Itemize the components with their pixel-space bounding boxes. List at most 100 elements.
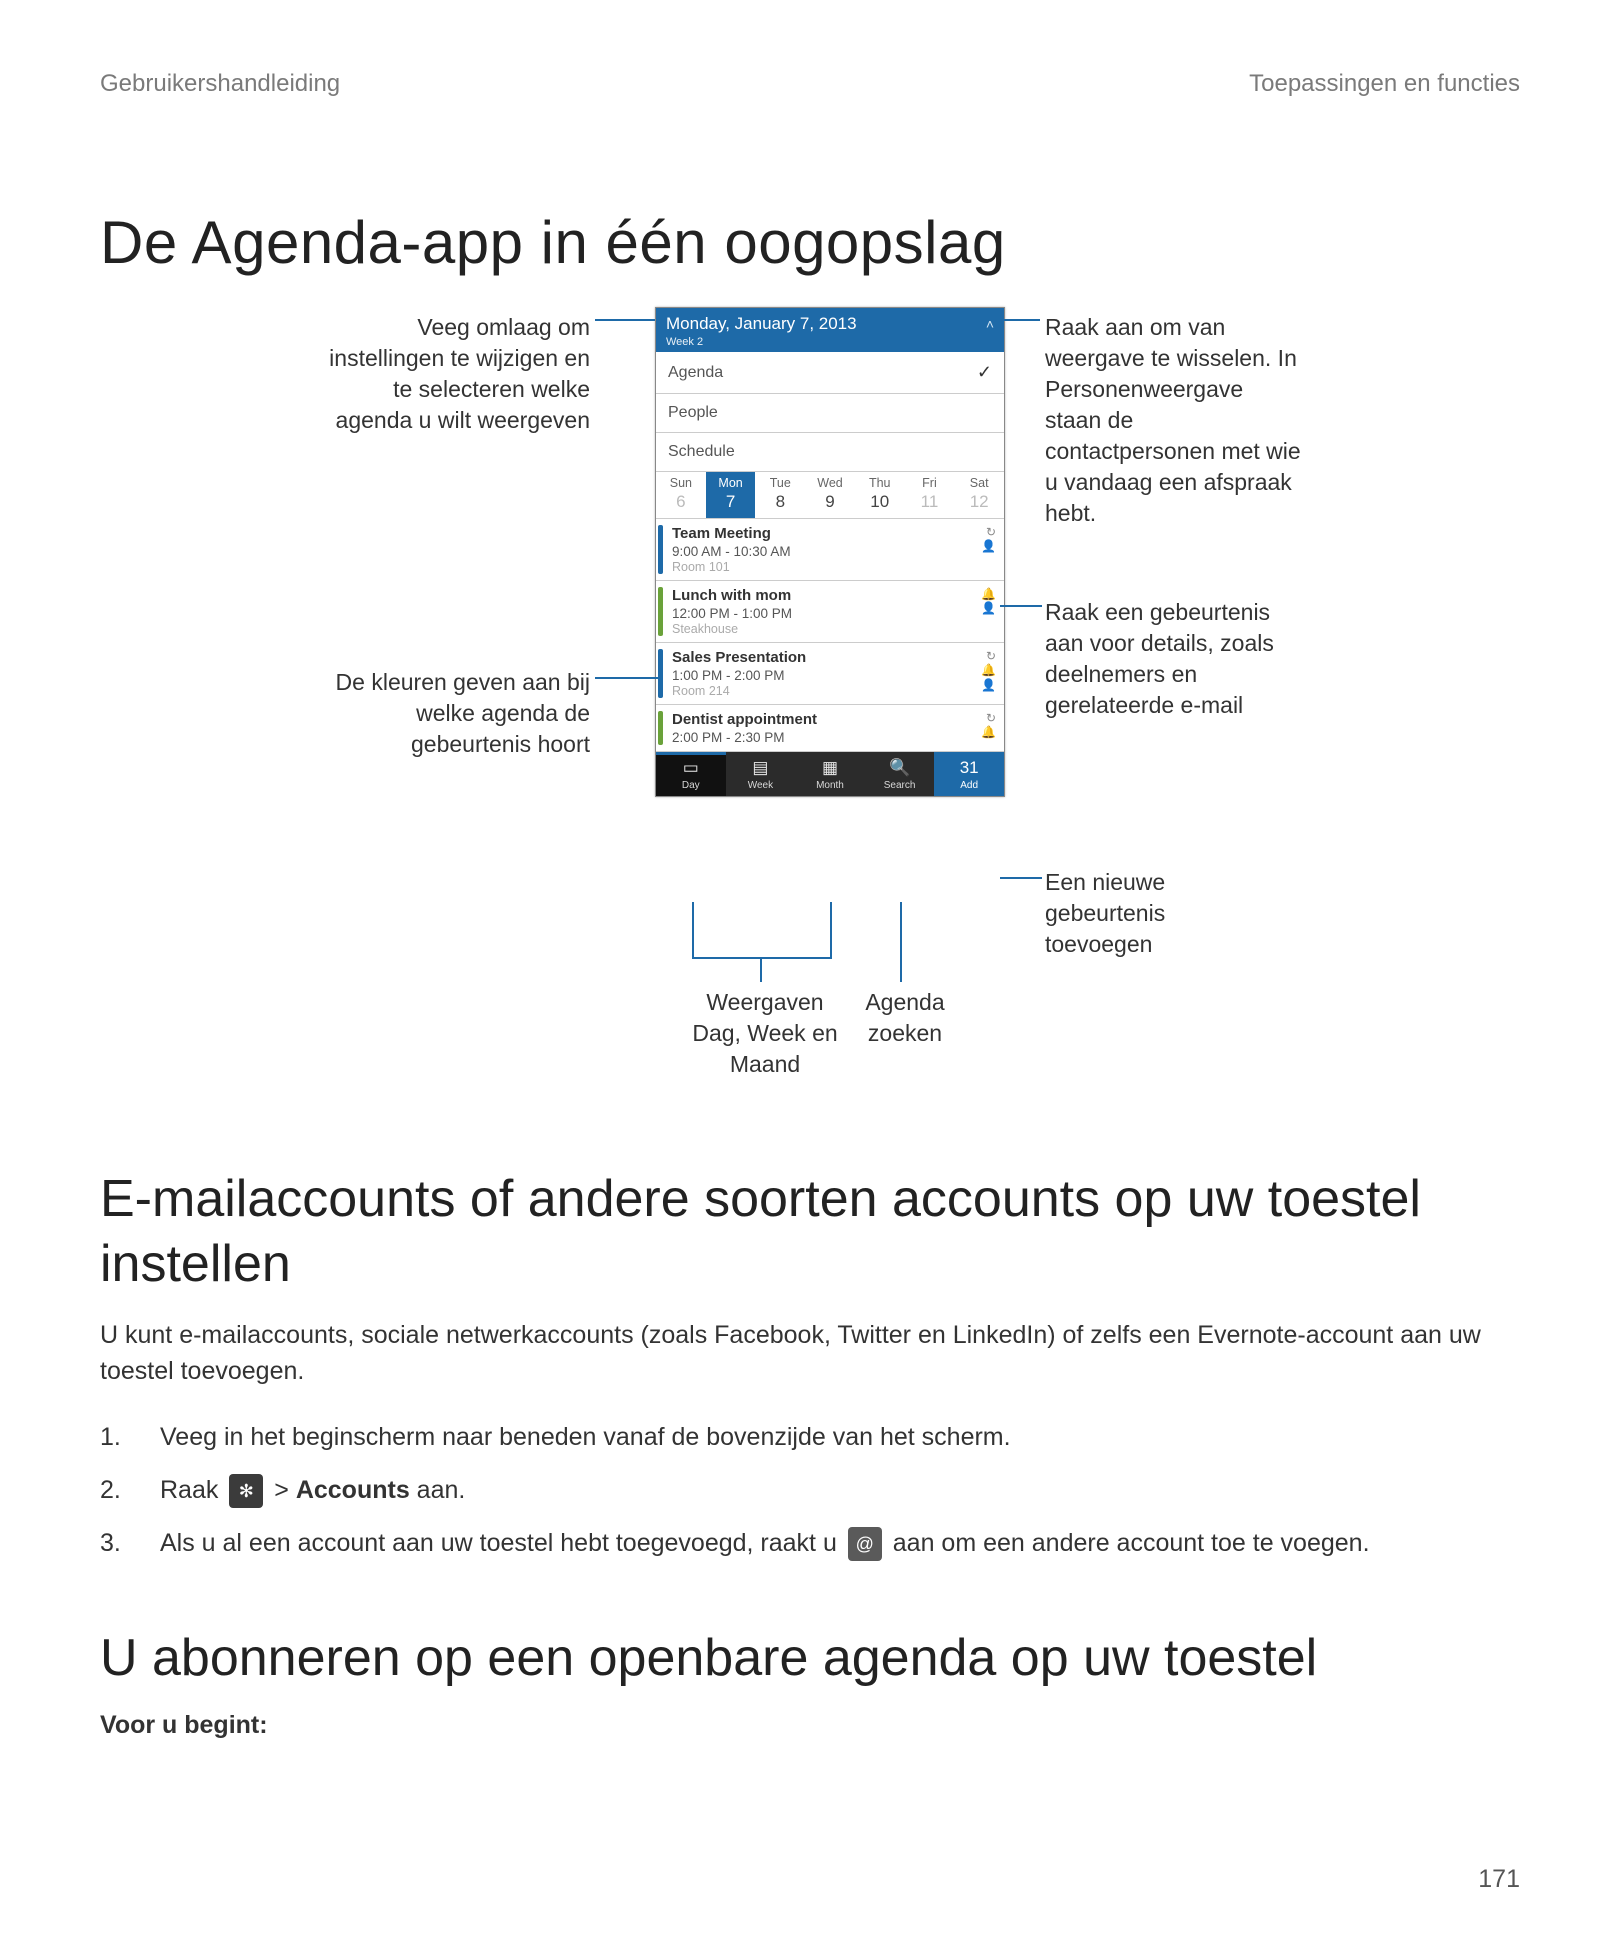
lead-line [900,902,902,982]
intro-paragraph: U kunt e-mailaccounts, sociale netwerkac… [100,1317,1520,1390]
callout-add-event: Een nieuwe gebeurtenis toevoegen [1045,867,1245,960]
week-bar: Sun6 Mon 7 Tue 8Wed9 Thu 10 Fri 11 Sat 12 [656,472,1004,519]
event-time: 1:00 PM - 2:00 PM [672,668,996,683]
event-time: 9:00 AM - 10:30 AM [672,544,996,559]
header-left: Gebruikershandleiding [100,70,340,98]
event-row[interactable]: Lunch with mom 12:00 PM - 1:00 PMSteakhou… [656,581,1004,643]
event-title: Lunch with mom [672,587,996,604]
callout-views: Weergaven Dag, Week en Maand [680,987,850,1080]
step-number: 2. [100,1468,160,1513]
event-location: Steakhouse [672,622,996,636]
text-frag: Raak [160,1476,225,1504]
callout-swipe-down: Veeg omlaag om instellingen te wijzigen … [310,312,590,436]
lead-line [830,902,832,957]
event-row[interactable]: Team Meeting9:00 AM - 10:30 AMRoom 101↻👤 [656,519,1004,581]
lead-line [760,957,762,982]
heading-2b: U abonneren op een openbare agenda op uw… [100,1626,1520,1691]
week-icon: ▤ [726,758,796,778]
text-frag: aan. [417,1476,466,1504]
calendar-color-bar [658,587,663,636]
day-abbrev: Sat [970,476,989,490]
tab-label: Day [682,780,700,791]
tab-day[interactable]: ▭ Day [656,752,726,796]
accounts-label: Accounts [296,1476,410,1504]
view-option-agenda[interactable]: Agenda ✓ [656,352,1004,394]
day-abbrev: Thu [869,476,891,490]
step-1: 1. Veeg in het beginscherm naar beneden … [100,1415,1520,1460]
day-number: 7 [706,492,756,512]
add-icon: 31 [934,758,1004,778]
tab-month[interactable]: ▦ Month [795,752,865,796]
lead-line [595,677,660,679]
day-icon: ▭ [656,758,726,778]
agenda-overview-figure: Monday, January 7, 2013 Week 2 ˄ Agenda … [310,307,1310,1107]
day-cell[interactable]: Wed9 [805,472,855,518]
callout-event-details: Raak een gebeurtenis aan voor details, z… [1045,597,1285,721]
event-title: Team Meeting [672,525,996,542]
view-label: People [668,404,718,422]
step-number: 1. [100,1415,160,1460]
text-frag: aan om een andere account toe te voegen. [893,1529,1370,1557]
event-time: 12:00 PM - 1:00 PM [672,606,996,621]
day-number: 9 [805,492,855,512]
event-indicator-icons: ↻🔔👤 [981,649,996,692]
before-you-begin: Voor u begint: [100,1711,1520,1740]
step-3: 3. Als u al een account aan uw toestel h… [100,1521,1520,1566]
lead-line [1000,605,1042,607]
calendar-color-bar [658,649,663,698]
heading-1: De Agenda-app in één oogopslag [100,208,1520,277]
checkmark-icon: ✓ [977,362,992,383]
add-account-at-icon: @ [848,1527,882,1561]
day-cell[interactable]: Mon 7 [706,472,756,518]
tab-label: Search [884,780,916,791]
day-abbrev: Tue [770,476,791,490]
phone-title-bar[interactable]: Monday, January 7, 2013 Week 2 ˄ [656,308,1004,352]
event-time: 2:00 PM - 2:30 PM [672,730,996,745]
day-abbrev: Fri [922,476,937,490]
tab-label: Week [748,780,773,791]
day-number: 12 [954,492,1004,512]
month-icon: ▦ [795,758,865,778]
callout-colors: De kleuren geven aan bij welke agenda de… [310,667,590,760]
day-abbrev: Mon [718,476,742,490]
phone-week: Week 2 [666,336,994,348]
view-option-people[interactable]: People [656,394,1004,433]
steps-list: 1. Veeg in het beginscherm naar beneden … [100,1415,1520,1566]
event-indicator-icons: ↻👤 [981,525,996,554]
view-label: Agenda [668,364,723,382]
phone-date: Monday, January 7, 2013 [666,314,857,333]
tab-add[interactable]: 31 Add [934,752,1004,796]
tab-week[interactable]: ▤ Week [726,752,796,796]
step-text: Veeg in het beginscherm naar beneden van… [160,1415,1520,1460]
page-number: 171 [1478,1865,1520,1894]
view-option-schedule[interactable]: Schedule [656,433,1004,472]
day-number: 8 [755,492,805,512]
header-right: Toepassingen en functies [1249,70,1520,98]
day-cell[interactable]: Thu 10 [855,472,905,518]
event-row[interactable]: Sales Presentation1:00 PM - 2:00 PMRoom … [656,643,1004,705]
phone-mock: Monday, January 7, 2013 Week 2 ˄ Agenda … [655,307,1005,797]
day-cell[interactable]: Sat 12 [954,472,1004,518]
tab-search[interactable]: 🔍Search [865,752,935,796]
tab-label: Month [816,780,844,791]
step-text: Als u al een account aan uw toestel hebt… [160,1521,1520,1566]
day-number: 11 [905,492,955,512]
lead-line [595,319,655,321]
callout-switch-view: Raak aan om van weergave te wisselen. In… [1045,312,1305,529]
tab-label: Add [960,780,978,791]
heading-2a: E-mailaccounts of andere soorten account… [100,1167,1520,1297]
event-row[interactable]: Dentist appointment 2:00 PM - 2:30 PM↻🔔 [656,705,1004,752]
event-location: Room 214 [672,684,996,698]
lead-line [988,319,1040,321]
day-cell[interactable]: Sun6 [656,472,706,518]
settings-gear-icon: ✻ [229,1474,263,1508]
day-abbrev: Sun [670,476,692,490]
day-number: 10 [855,492,905,512]
step-2: 2. Raak ✻ > Accounts aan. [100,1468,1520,1513]
lead-line [692,957,832,959]
day-cell[interactable]: Tue 8 [755,472,805,518]
event-indicator-icons: ↻🔔 [981,711,996,740]
event-title: Dentist appointment [672,711,996,728]
calendar-color-bar [658,711,663,745]
day-cell[interactable]: Fri 11 [905,472,955,518]
